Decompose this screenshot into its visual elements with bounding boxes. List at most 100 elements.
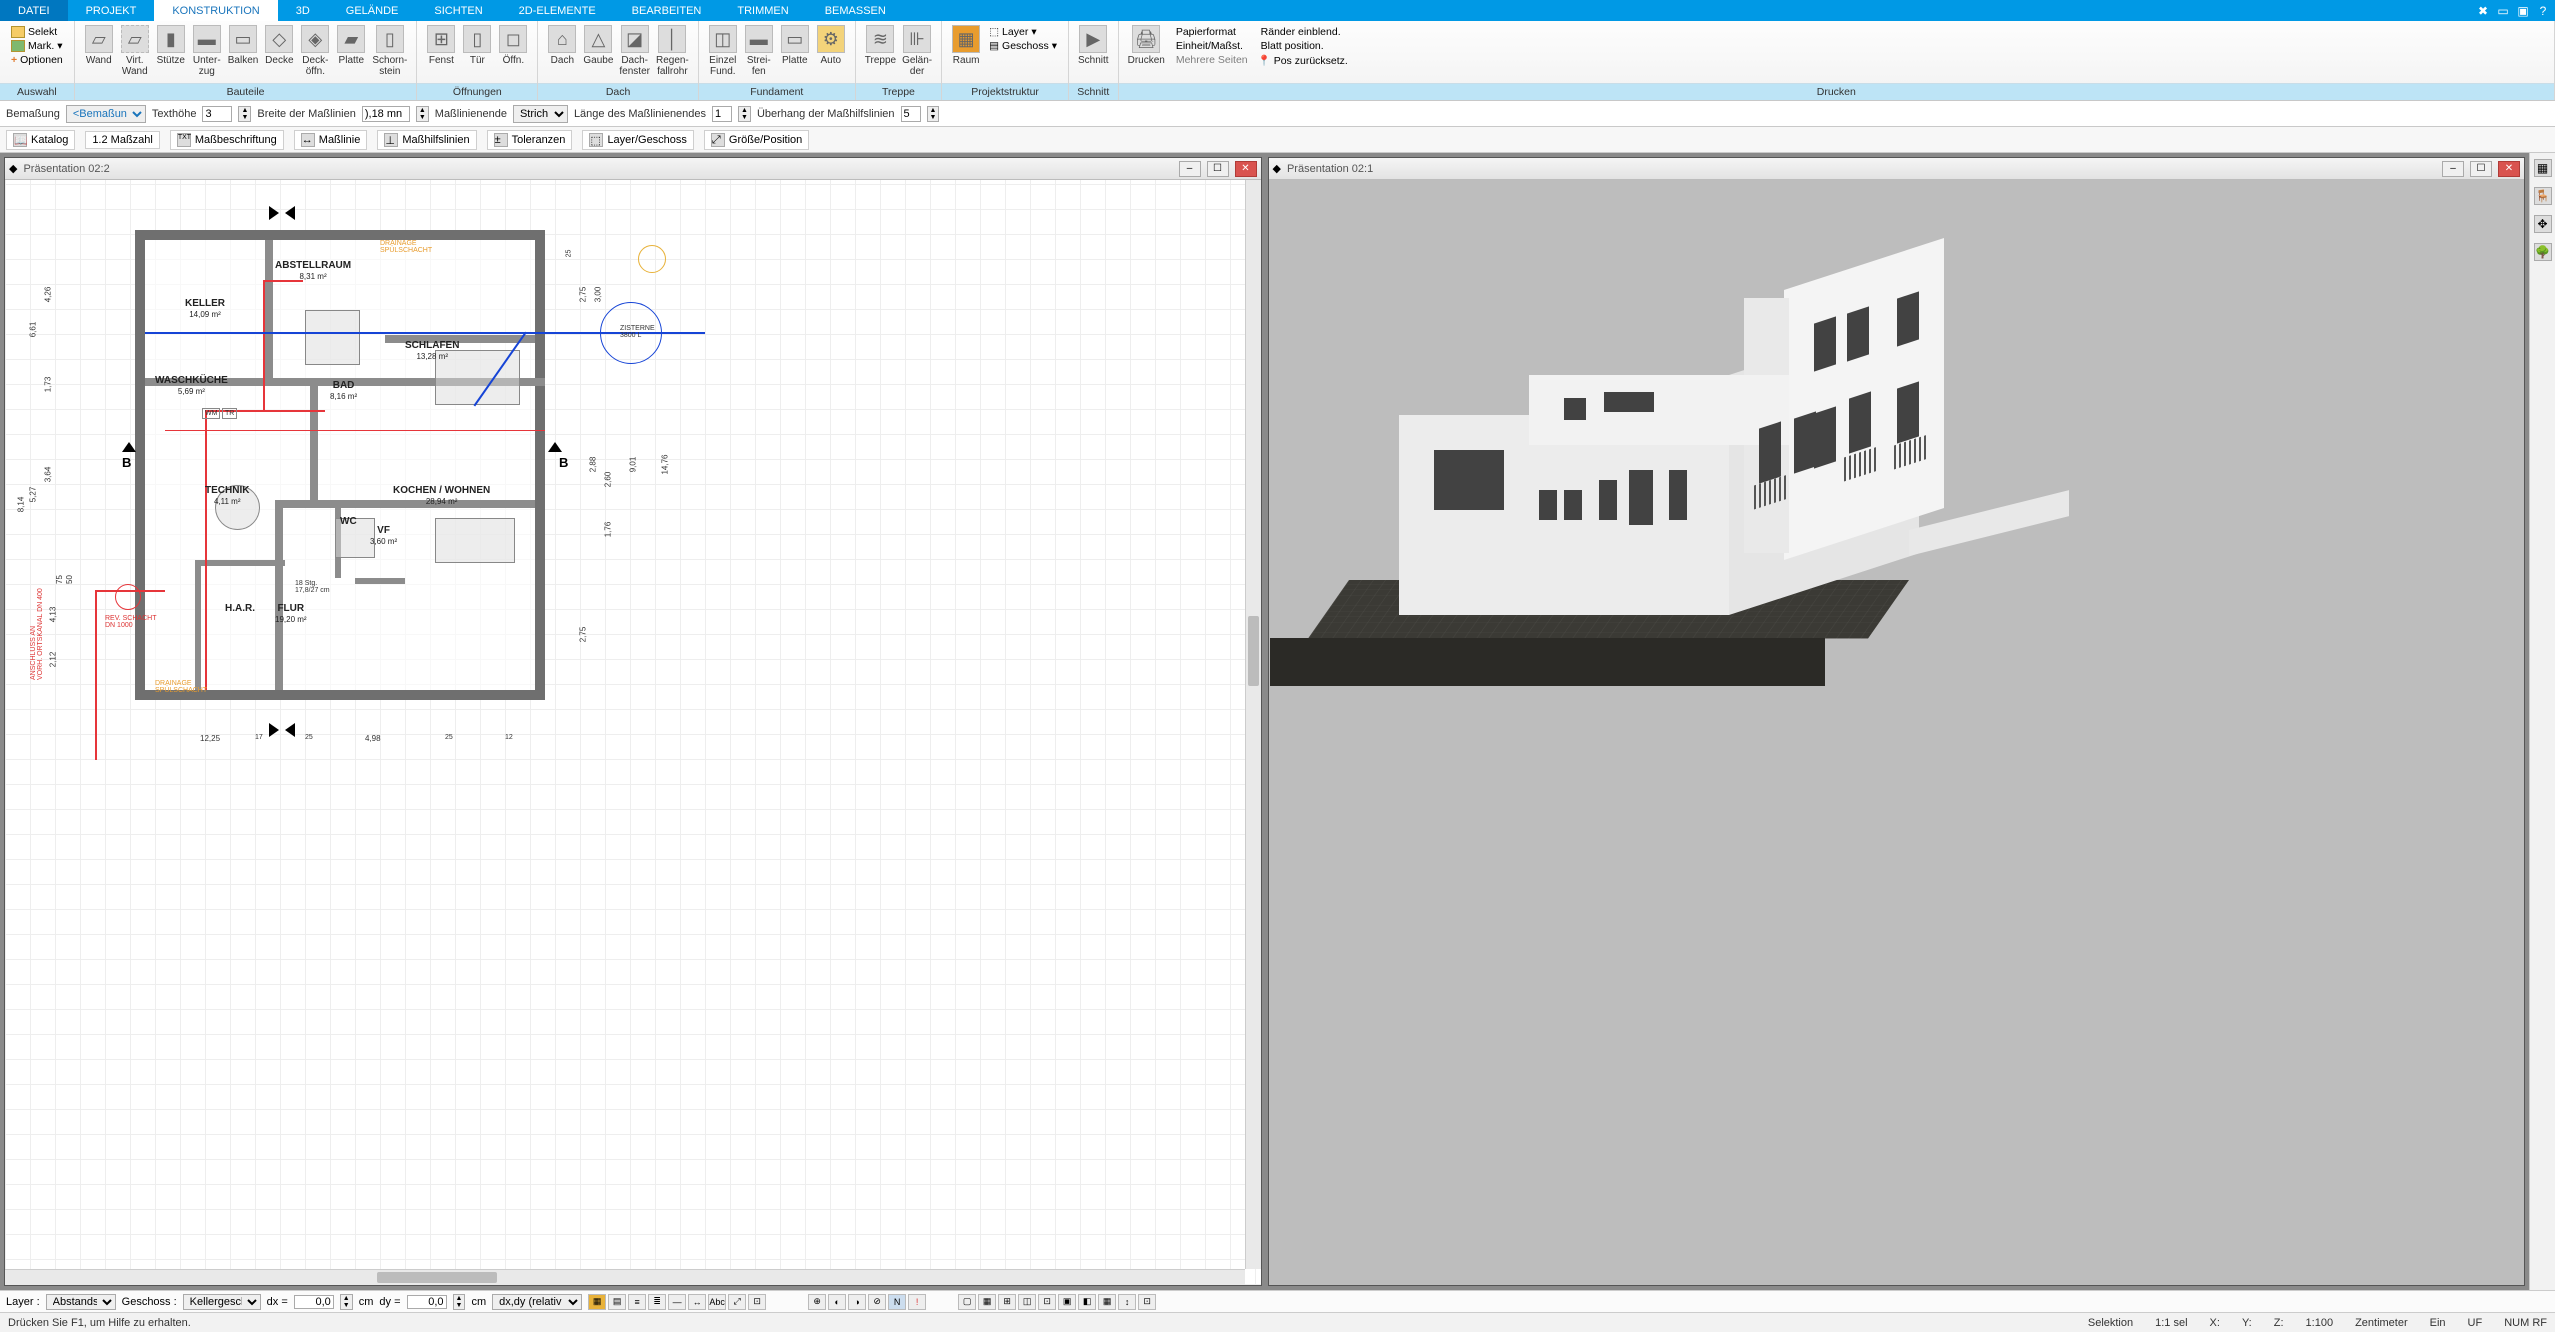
bb-icon[interactable]: ↔	[688, 1294, 706, 1310]
schornstein-button[interactable]: ▯Schorn- stein	[369, 23, 410, 79]
furniture-icon[interactable]: 🪑	[2534, 187, 2552, 205]
massbeschriftung-button[interactable]: TXTMaßbeschriftung	[170, 130, 284, 150]
gaube-button[interactable]: △Gaube	[580, 23, 616, 68]
plan-hscroll[interactable]	[5, 1269, 1245, 1285]
mehrere-seiten-button[interactable]: Mehrere Seiten	[1171, 53, 1250, 67]
laenge-input[interactable]	[712, 106, 732, 122]
balken-button[interactable]: ▭Balken	[225, 23, 262, 68]
view-mode-icon[interactable]: ▦	[2534, 159, 2552, 177]
menu-3d[interactable]: 3D	[278, 0, 328, 21]
dachfenster-button[interactable]: ◪Dach- fenster	[616, 23, 653, 79]
unterzug-button[interactable]: ▬Unter- zug	[189, 23, 225, 79]
bb-icon[interactable]: ⊘	[868, 1294, 886, 1310]
dach-button[interactable]: ⌂Dach	[544, 23, 580, 68]
einzelfund-button[interactable]: ◫Einzel Fund.	[705, 23, 741, 79]
bb-icon[interactable]: ▦	[978, 1294, 996, 1310]
ueberhang-input[interactable]	[901, 106, 921, 122]
stuetze-button[interactable]: ▮Stütze	[153, 23, 189, 68]
deckoeffn-button[interactable]: ◈Deck- öffn.	[297, 23, 333, 79]
menu-gelaende[interactable]: GELÄNDE	[328, 0, 417, 21]
ueberhang-stepper[interactable]: ▲▼	[927, 106, 940, 122]
bb-icon[interactable]: ▤	[608, 1294, 626, 1310]
geschoss-bottom-select[interactable]: Kellergesch	[183, 1294, 261, 1310]
bb-icon[interactable]: ⊡	[1138, 1294, 1156, 1310]
tree-icon[interactable]: 🌳	[2534, 243, 2552, 261]
katalog-button[interactable]: 📖Katalog	[6, 130, 75, 150]
dy-input[interactable]	[407, 1295, 447, 1309]
einheit-button[interactable]: Einheit/Maßst.	[1171, 39, 1250, 53]
masshilfslinien-button[interactable]: ⊥Maßhilfslinien	[377, 130, 476, 150]
streifen-button[interactable]: ▬Strei- fen	[741, 23, 777, 79]
bb-icon[interactable]: ▢	[958, 1294, 976, 1310]
geschoss-dropdown[interactable]: ▤Geschoss ▾	[987, 39, 1059, 53]
maximize-icon[interactable]: ▣	[2515, 3, 2531, 19]
menu-konstruktion[interactable]: KONSTRUKTION	[154, 0, 277, 21]
layer-geschoss-button[interactable]: ⬚Layer/Geschoss	[582, 130, 693, 150]
plan-canvas[interactable]: ABSTELLRAUM8,31 m² KELLER14,09 m² WASCHK…	[5, 180, 1261, 1285]
tuer-button[interactable]: ▯Tür	[459, 23, 495, 68]
texthoehe-input[interactable]	[202, 106, 232, 122]
blatt-position-button[interactable]: Blatt position.	[1256, 39, 1350, 53]
bb-icon[interactable]: ▣	[1058, 1294, 1076, 1310]
bb-icon[interactable]: ◑	[848, 1294, 866, 1310]
regenfallrohr-button[interactable]: │Regen- fallrohr	[653, 23, 692, 79]
orbit-icon[interactable]: ✥	[2534, 215, 2552, 233]
pane-maximize-icon[interactable]: ☐	[2470, 161, 2492, 177]
selekt-button[interactable]: Selekt	[9, 25, 65, 39]
bb-icon[interactable]: ▦	[1098, 1294, 1116, 1310]
drucken-button[interactable]: 🖨Drucken	[1125, 23, 1168, 68]
dx-stepper[interactable]: ▲▼	[340, 1294, 353, 1310]
bemassung-style-select[interactable]: <Bemaßung M:	[66, 105, 146, 123]
pane-minimize-icon[interactable]: –	[2442, 161, 2464, 177]
bb-icon[interactable]: ⊕	[808, 1294, 826, 1310]
menu-bemassen[interactable]: BEMASSEN	[807, 0, 904, 21]
masszahl-button[interactable]: 1.2 Maßzahl	[85, 131, 160, 149]
papierformat-button[interactable]: Papierformat	[1171, 25, 1250, 39]
raum-button[interactable]: ▦Raum	[948, 23, 984, 68]
bb-icon[interactable]: ⊡	[748, 1294, 766, 1310]
bb-icon[interactable]: N	[888, 1294, 906, 1310]
view3d-canvas[interactable]	[1269, 180, 2525, 1285]
schnitt-button[interactable]: ▶Schnitt	[1075, 23, 1112, 68]
decke-button[interactable]: ◇Decke	[261, 23, 297, 68]
pane-close-icon[interactable]: ✕	[1235, 161, 1257, 177]
bb-icon[interactable]: ◫	[1018, 1294, 1036, 1310]
pos-reset-button[interactable]: 📍Pos zurücksetz.	[1256, 53, 1350, 68]
auto-button[interactable]: ⚙Auto	[813, 23, 849, 68]
bb-icon[interactable]: Abc	[708, 1294, 726, 1310]
pane-minimize-icon[interactable]: –	[1179, 161, 1201, 177]
dy-stepper[interactable]: ▲▼	[453, 1294, 466, 1310]
bb-icon[interactable]: ↕	[1118, 1294, 1136, 1310]
bb-icon[interactable]: ≡	[628, 1294, 646, 1310]
menu-bearbeiten[interactable]: BEARBEITEN	[614, 0, 720, 21]
oeffn-button[interactable]: ◻Öffn.	[495, 23, 531, 68]
menu-sichten[interactable]: SICHTEN	[416, 0, 500, 21]
bb-icon[interactable]: ◧	[1078, 1294, 1096, 1310]
raender-button[interactable]: Ränder einblend.	[1256, 25, 1350, 39]
wand-button[interactable]: ▱Wand	[81, 23, 117, 68]
dx-input[interactable]	[294, 1295, 334, 1309]
pane-maximize-icon[interactable]: ☐	[1207, 161, 1229, 177]
virt-wand-button[interactable]: ▱Virt. Wand	[117, 23, 153, 79]
bb-icon[interactable]: ▦	[588, 1294, 606, 1310]
bb-icon[interactable]: ⊡	[1038, 1294, 1056, 1310]
minimize-icon[interactable]: ▭	[2495, 3, 2511, 19]
gelaender-button[interactable]: ⊪Gelän- der	[899, 23, 935, 79]
treppe-button[interactable]: ≋Treppe	[862, 23, 899, 68]
layer-bottom-select[interactable]: Abstandsflä	[46, 1294, 116, 1310]
tool-icon[interactable]: ✖	[2475, 3, 2491, 19]
bb-icon[interactable]: ◐	[828, 1294, 846, 1310]
menu-projekt[interactable]: PROJEKT	[68, 0, 155, 21]
bb-icon[interactable]: ≣	[648, 1294, 666, 1310]
help-icon[interactable]: ?	[2535, 3, 2551, 19]
texthoehe-stepper[interactable]: ▲▼	[238, 106, 251, 122]
strich-select[interactable]: Strich	[513, 105, 568, 123]
platte-fund-button[interactable]: ▭Platte	[777, 23, 813, 68]
bb-icon[interactable]: !	[908, 1294, 926, 1310]
laenge-stepper[interactable]: ▲▼	[738, 106, 751, 122]
bb-icon[interactable]: —	[668, 1294, 686, 1310]
bb-icon[interactable]: ⤢	[728, 1294, 746, 1310]
layer-dropdown[interactable]: ⬚Layer ▾	[987, 25, 1059, 39]
mark-button[interactable]: Mark. ▾	[9, 39, 65, 53]
breite-input[interactable]	[362, 106, 410, 122]
